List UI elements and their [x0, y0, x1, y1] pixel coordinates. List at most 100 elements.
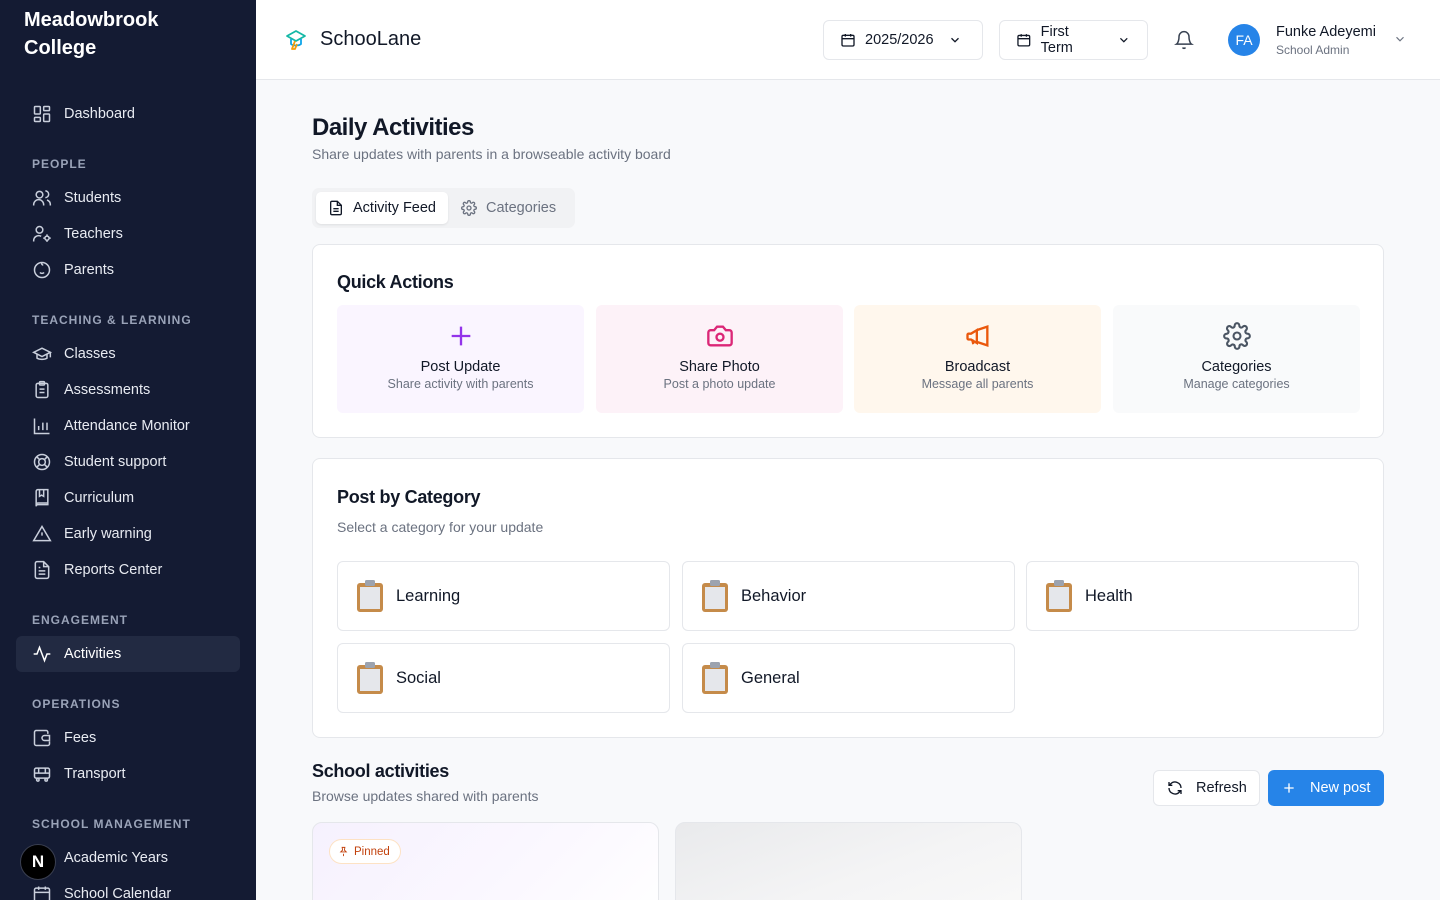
- categories-action[interactable]: Categories Manage categories: [1113, 305, 1360, 413]
- clipboard-icon: [357, 662, 383, 694]
- sidebar-item-label: Assessments: [64, 382, 151, 398]
- category-label: Learning: [396, 586, 461, 605]
- academic-year-select[interactable]: 2025/2026: [823, 20, 983, 60]
- action-title: Broadcast: [944, 359, 1011, 375]
- activity-post-card[interactable]: Pinned: [312, 822, 659, 900]
- calendar-icon: [1017, 34, 1031, 47]
- category-learning[interactable]: Learning: [337, 561, 670, 631]
- sidebar-item-students[interactable]: Students: [16, 180, 240, 216]
- nav-section-people: PEOPLE: [32, 157, 87, 171]
- sidebar-item-transport[interactable]: Transport: [16, 756, 240, 792]
- sidebar-item-activities[interactable]: Activities: [16, 636, 240, 672]
- category-label: Social: [396, 668, 441, 687]
- sidebar: Meadowbrook College Dashboard PEOPLE Stu…: [0, 0, 256, 900]
- chevron-down-icon: [950, 37, 959, 43]
- life-buoy-icon: [33, 453, 51, 471]
- dashboard-icon: [33, 105, 51, 123]
- user-name[interactable]: Funke Adeyemi: [1276, 24, 1376, 40]
- sidebar-item-assessments[interactable]: Assessments: [16, 372, 240, 408]
- gear-icon: [1222, 322, 1251, 350]
- calendar-days-icon: [33, 886, 51, 900]
- category-behavior[interactable]: Behavior: [682, 561, 1015, 631]
- sidebar-item-label: Classes: [64, 346, 116, 362]
- new-post-button[interactable]: New post: [1268, 770, 1384, 806]
- tab-categories[interactable]: Categories: [449, 192, 568, 224]
- nav-section-operations: OPERATIONS: [32, 697, 121, 711]
- sidebar-item-label: Transport: [64, 766, 126, 782]
- plus-icon: [1284, 783, 1294, 793]
- top-bar: SchooLane 2025/2026 First Term FA Funke …: [256, 0, 1440, 80]
- category-general[interactable]: General: [682, 643, 1015, 713]
- app-logo-icon: [286, 30, 306, 50]
- pin-icon: [339, 846, 348, 857]
- activity-icon: [33, 645, 51, 663]
- category-health[interactable]: Health: [1026, 561, 1359, 631]
- school-name: Meadowbrook College: [24, 9, 159, 59]
- bar-chart-icon: [33, 418, 50, 435]
- sidebar-item-curriculum[interactable]: Curriculum: [16, 480, 240, 516]
- page-subtitle: Share updates with parents in a browseab…: [312, 146, 671, 162]
- bell-icon[interactable]: [1174, 30, 1194, 50]
- action-title: Categories: [1201, 359, 1272, 375]
- refresh-label: Refresh: [1196, 780, 1247, 796]
- sidebar-item-reports[interactable]: Reports Center: [16, 552, 240, 588]
- category-social[interactable]: Social: [337, 643, 670, 713]
- sidebar-item-fees[interactable]: Fees: [16, 720, 240, 756]
- term-select[interactable]: First Term: [999, 20, 1148, 60]
- category-label: General: [741, 668, 800, 687]
- calendar-icon: [841, 34, 855, 47]
- sidebar-item-label: Reports Center: [64, 562, 163, 578]
- sidebar-item-label: Attendance Monitor: [64, 418, 190, 434]
- action-title: Share Photo: [679, 359, 760, 375]
- file-text-icon: [34, 560, 50, 580]
- tab-label: Categories: [486, 200, 557, 216]
- sidebar-item-school-calendar[interactable]: School Calendar: [16, 876, 240, 900]
- plus-icon: [451, 326, 470, 346]
- users-icon: [32, 190, 52, 206]
- new-post-label: New post: [1310, 780, 1371, 796]
- dev-badge[interactable]: N: [20, 844, 56, 880]
- nav-section-engagement: ENGAGEMENT: [32, 613, 129, 627]
- refresh-icon: [1168, 781, 1182, 795]
- warning-triangle-icon: [32, 525, 52, 542]
- sidebar-item-label: Academic Years: [64, 850, 168, 866]
- sidebar-item-label: Student support: [64, 454, 167, 470]
- sidebar-item-early-warning[interactable]: Early warning: [16, 516, 240, 552]
- school-activities-subtitle: Browse updates shared with parents: [312, 788, 539, 804]
- broadcast-action[interactable]: Broadcast Message all parents: [854, 305, 1101, 413]
- pinned-badge: Pinned: [329, 839, 401, 864]
- action-subtitle: Manage categories: [1183, 377, 1290, 391]
- sidebar-item-label: Curriculum: [64, 490, 135, 506]
- tab-activity-feed[interactable]: Activity Feed: [316, 192, 448, 224]
- post-by-category-card: Post by Category Select a category for y…: [312, 458, 1384, 738]
- post-update-action[interactable]: Post Update Share activity with parents: [337, 305, 584, 413]
- nav-section-management: SCHOOL MANAGEMENT: [32, 817, 191, 831]
- sidebar-item-label: Parents: [64, 262, 114, 278]
- sidebar-item-dashboard[interactable]: Dashboard: [16, 96, 240, 132]
- sidebar-item-attendance[interactable]: Attendance Monitor: [16, 408, 240, 444]
- pinned-label: Pinned: [354, 845, 390, 858]
- tab-label: Activity Feed: [353, 200, 436, 216]
- sidebar-item-teachers[interactable]: Teachers: [16, 216, 240, 252]
- share-photo-action[interactable]: Share Photo Post a photo update: [596, 305, 843, 413]
- post-by-category-subtitle: Select a category for your update: [337, 519, 544, 535]
- graduation-cap-icon: [32, 347, 52, 361]
- user-role: School Admin: [1276, 43, 1350, 57]
- activity-post-card[interactable]: [675, 822, 1022, 900]
- avatar[interactable]: FA: [1228, 24, 1260, 56]
- clipboard-icon: [357, 580, 383, 612]
- sidebar-item-label: School Calendar: [64, 886, 172, 900]
- term-value: First Term: [1040, 24, 1073, 56]
- sidebar-item-support[interactable]: Student support: [16, 444, 240, 480]
- user-cog-icon: [32, 225, 51, 242]
- chevron-down-icon[interactable]: [1393, 32, 1407, 46]
- sidebar-item-parents[interactable]: Parents: [16, 252, 240, 288]
- quick-actions-card: Quick Actions Post Update Share activity…: [312, 244, 1384, 438]
- academic-year-value: 2025/2026: [865, 32, 934, 48]
- action-title: Post Update: [420, 359, 501, 375]
- sidebar-item-classes[interactable]: Classes: [16, 336, 240, 372]
- category-label: Behavior: [741, 586, 807, 605]
- refresh-button[interactable]: Refresh: [1153, 770, 1260, 806]
- app-name: SchooLane: [320, 28, 422, 50]
- sidebar-item-label: Early warning: [64, 526, 152, 542]
